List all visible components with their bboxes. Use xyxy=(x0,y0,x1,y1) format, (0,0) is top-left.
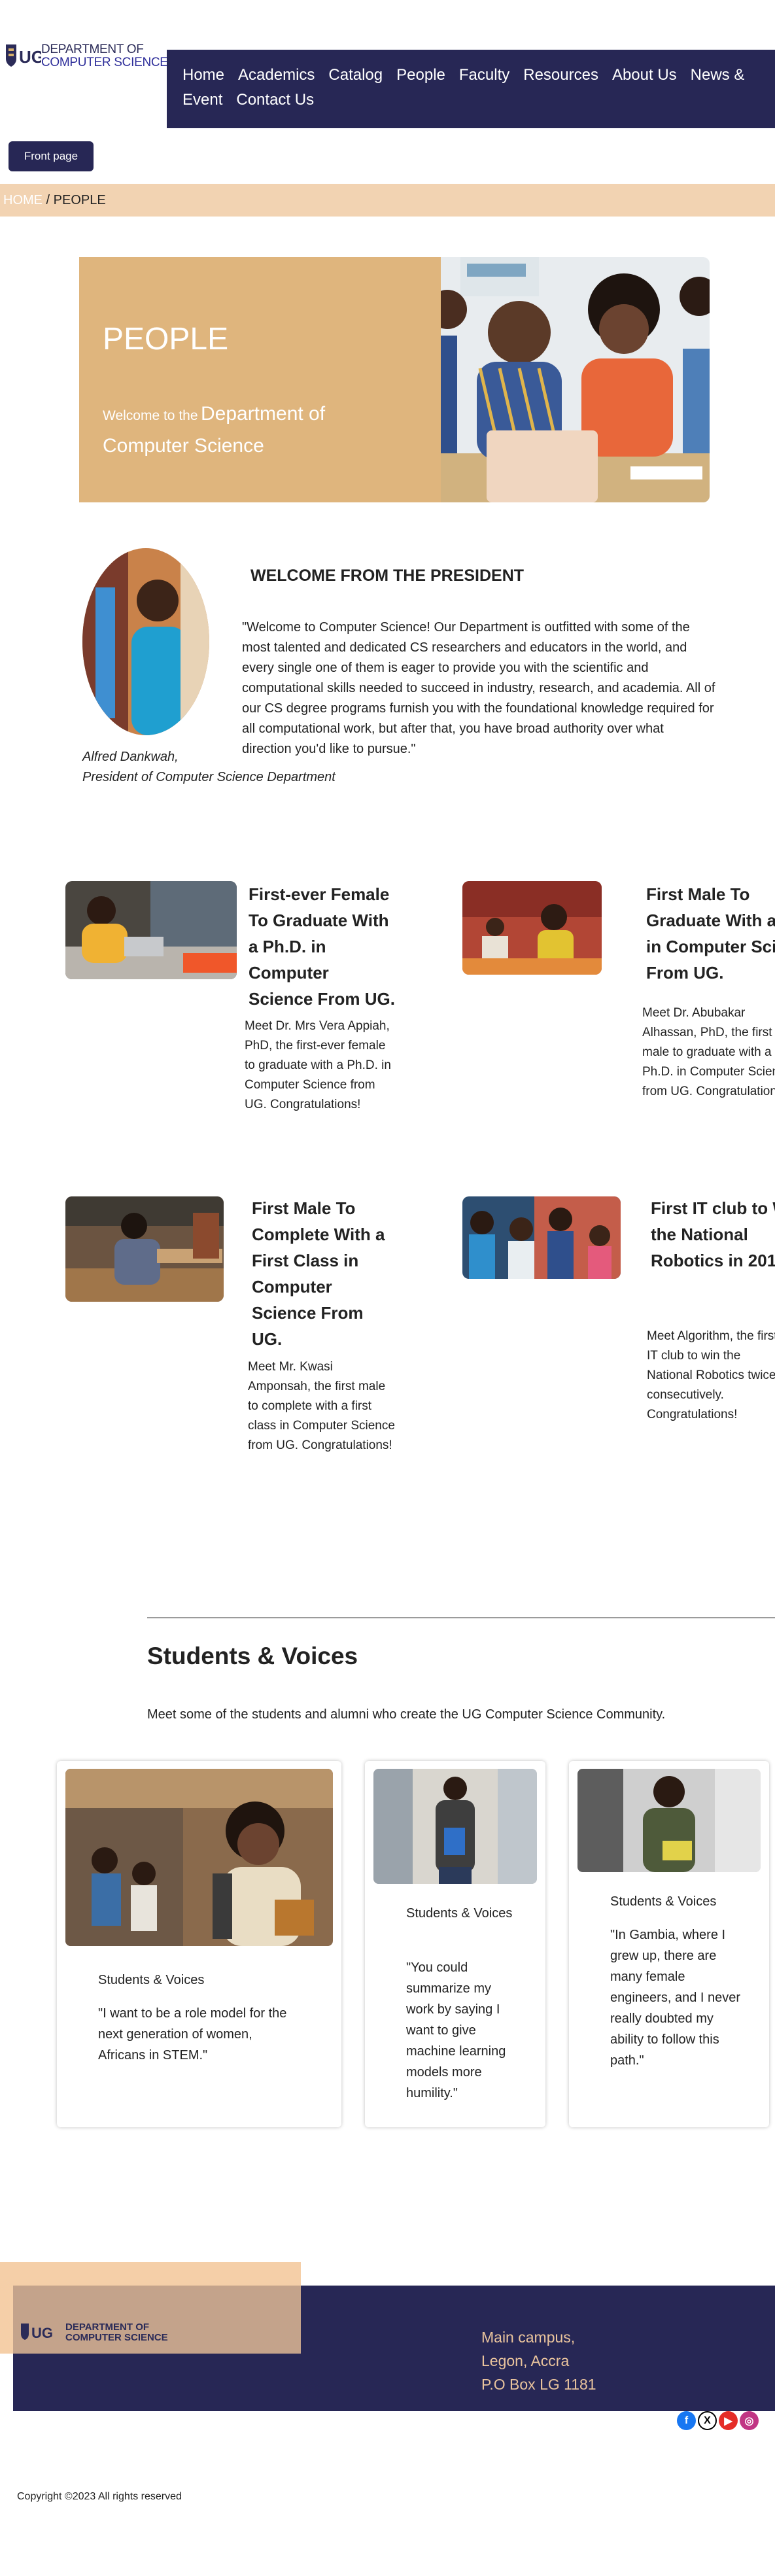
ug-crest-icon: UG xyxy=(21,2324,53,2341)
news-image-male-phd xyxy=(462,881,602,975)
president-role: President of Computer Science Department xyxy=(82,770,336,784)
breadcrumb-home[interactable]: HOME xyxy=(3,193,43,208)
main-nav: Home Academics Catalog People Faculty Re… xyxy=(167,50,775,128)
student-photo xyxy=(373,1769,537,1884)
news-image-robotics xyxy=(462,1196,621,1279)
students-voices-subtitle: Meet some of the students and alumni who… xyxy=(147,1707,666,1722)
news-body: Meet Dr. Abubakar Alhassan, PhD, the fir… xyxy=(642,1006,775,1098)
news-title[interactable]: First Male To Graduate With a Ph.D. in C… xyxy=(646,881,775,986)
footer-address: Main campus, Legon, Accra P.O Box LG 118… xyxy=(481,2325,596,2396)
footer-logo-line2: COMPUTER SCIENCE xyxy=(65,2332,168,2343)
address-line: Main campus, xyxy=(481,2329,576,2346)
hero-welcome-small: Welcome to the xyxy=(103,408,198,423)
hero-students-photo xyxy=(441,257,710,502)
nav-faculty[interactable]: Faculty xyxy=(459,63,509,88)
logo-abbr: UG xyxy=(19,47,41,67)
instagram-icon[interactable]: ◎ xyxy=(740,2411,759,2430)
footer-logo-abbr: UG xyxy=(31,2325,53,2341)
hero-banner: PEOPLE Welcome to the Department of Comp… xyxy=(79,257,710,502)
news-title[interactable]: First IT club to Win the National Roboti… xyxy=(651,1195,775,1274)
breadcrumb-current: PEOPLE xyxy=(53,192,106,207)
nav-resources[interactable]: Resources xyxy=(523,63,598,88)
student-voice-caption: Students & Voices xyxy=(610,1894,717,1909)
front-page-button[interactable]: Front page xyxy=(9,141,94,171)
president-title: WELCOME FROM THE PRESIDENT xyxy=(250,566,525,585)
nav-event[interactable]: Event xyxy=(182,88,222,113)
breadcrumb: HOME / PEOPLE xyxy=(0,184,775,217)
news-body-wrap: Meet Algorithm, the first IT club to win… xyxy=(647,1327,775,1425)
student-voice-card[interactable]: Students & Voices "I want to be a role m… xyxy=(57,1761,341,2127)
address-line: P.O Box LG 1181 xyxy=(481,2376,596,2393)
nav-news[interactable]: News & xyxy=(691,63,745,88)
logo-line2: COMPUTER SCIENCE xyxy=(41,56,168,69)
x-icon[interactable]: X xyxy=(698,2411,717,2430)
news-body-wrap: Meet Dr. Abubakar Alhassan, PhD, the fir… xyxy=(642,1003,775,1102)
student-voice-caption: Students & Voices xyxy=(406,1906,513,1921)
student-voice-quote: "You could summarize my work by saying I… xyxy=(406,1960,506,2100)
nav-catalog[interactable]: Catalog xyxy=(328,63,383,88)
nav-people[interactable]: People xyxy=(396,63,445,88)
site-logo[interactable]: UG DEPARTMENT OF COMPUTER SCIENCE xyxy=(3,41,168,72)
news-body: Meet Mr. Kwasi Amponsah, the first male … xyxy=(248,1360,395,1452)
social-links: f X ▶ ◎ xyxy=(677,2411,759,2430)
news-image-female-phd xyxy=(65,881,237,979)
student-voice-quote: "In Gambia, where I grew up, there are m… xyxy=(610,1928,741,2068)
president-quote: "Welcome to Computer Science! Our Depart… xyxy=(242,620,715,756)
student-voice-quote: "I want to be a role model for the next … xyxy=(98,2006,287,2063)
hero-title: PEOPLE xyxy=(103,322,229,357)
logo-line1: DEPARTMENT OF xyxy=(41,43,144,56)
news-image-first-class xyxy=(65,1196,224,1302)
ug-crest-icon: UG xyxy=(6,44,41,67)
nav-home[interactable]: Home xyxy=(182,63,224,88)
address-line: Legon, Accra xyxy=(481,2352,570,2369)
news-body: Meet Dr. Mrs Vera Appiah, PhD, the first… xyxy=(245,1019,391,1111)
nav-contact-us[interactable]: Contact Us xyxy=(236,88,314,113)
news-title[interactable]: First Male To Complete With a First Clas… xyxy=(252,1195,390,1352)
president-name: Alfred Dankwah, xyxy=(82,750,179,764)
student-voice-caption: Students & Voices xyxy=(98,1973,205,1987)
hero-welcome: Welcome to the Department of Computer Sc… xyxy=(103,400,351,464)
student-voice-card[interactable]: Students & Voices "In Gambia, where I gr… xyxy=(569,1761,769,2127)
student-photo xyxy=(65,1769,333,1946)
nav-about-us[interactable]: About Us xyxy=(612,63,677,88)
student-photo xyxy=(577,1769,761,1872)
news-title[interactable]: First-ever Female To Graduate With a Ph.… xyxy=(249,881,396,1012)
president-signature: Alfred Dankwah, President of Computer Sc… xyxy=(82,747,336,788)
news-title-text[interactable]: First Male To Graduate With a Ph.D. in C… xyxy=(646,881,775,986)
section-divider xyxy=(147,1617,775,1618)
copyright: Copyright ©2023 All rights reserved xyxy=(17,2491,182,2502)
news-body: Meet Algorithm, the first IT club to win… xyxy=(647,1329,775,1421)
nav-academics[interactable]: Academics xyxy=(238,63,315,88)
breadcrumb-separator: / xyxy=(43,192,54,207)
youtube-icon[interactable]: ▶ xyxy=(719,2411,738,2430)
hero-panel: PEOPLE Welcome to the Department of Comp… xyxy=(79,257,441,502)
footer-logo[interactable]: UG DEPARTMENT OF COMPUTER SCIENCE xyxy=(20,2320,168,2346)
facebook-icon[interactable]: f xyxy=(677,2411,696,2430)
student-voice-card[interactable]: Students & Voices "You could summarize m… xyxy=(365,1761,545,2127)
students-voices-title: Students & Voices xyxy=(147,1643,358,1669)
president-photo xyxy=(82,548,209,735)
news-title-text[interactable]: First IT club to Win the National Roboti… xyxy=(651,1195,775,1274)
footer-logo-line1: DEPARTMENT OF xyxy=(65,2322,150,2333)
